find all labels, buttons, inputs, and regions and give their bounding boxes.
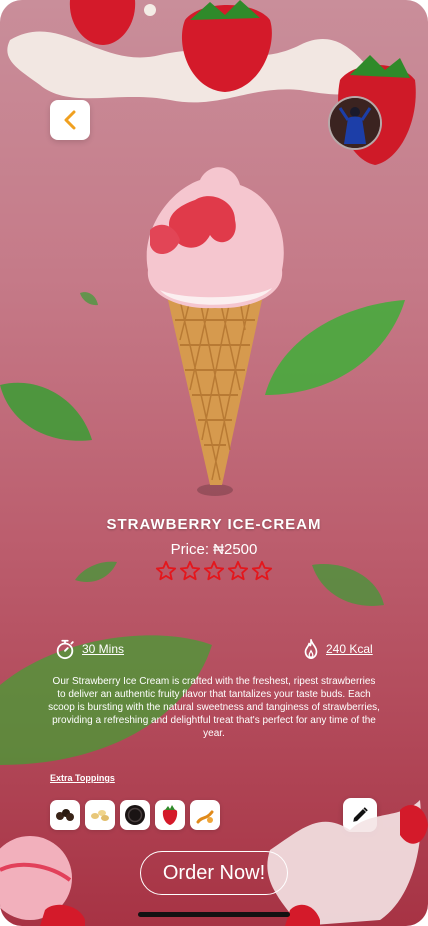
home-indicator[interactable] xyxy=(138,912,290,917)
leaf-decoration xyxy=(0,382,92,441)
topping-nuts[interactable] xyxy=(85,800,115,830)
chocolate-chips-icon xyxy=(56,809,74,821)
chevron-left-icon xyxy=(64,110,76,130)
topping-caramel[interactable] xyxy=(190,800,220,830)
calories: 240 Kcal xyxy=(302,638,373,660)
product-screen: STRAWBERRY ICE-CREAM Price: ₦2500 30 Min… xyxy=(0,0,428,926)
milk-splash-bottom xyxy=(267,800,428,926)
flame-icon xyxy=(304,639,318,659)
product-price: Price: ₦2500 xyxy=(170,541,258,558)
cookie-icon xyxy=(125,805,145,825)
extra-toppings-label: Extra Toppings xyxy=(50,773,115,783)
rating-stars[interactable] xyxy=(0,560,428,582)
strawberry-decoration-top-center xyxy=(181,0,272,92)
caramel-icon xyxy=(196,810,214,824)
avatar-image xyxy=(330,98,380,148)
ice-cream-cone-image xyxy=(146,167,284,496)
star-icon[interactable] xyxy=(203,560,225,582)
product-description: Our Strawberry Ice Cream is crafted with… xyxy=(48,676,380,739)
back-button[interactable] xyxy=(50,100,90,140)
leaf-decoration xyxy=(80,292,98,306)
star-icon[interactable] xyxy=(251,560,273,582)
product-title: STRAWBERRY ICE-CREAM xyxy=(106,516,322,533)
topping-cookie[interactable] xyxy=(120,800,150,830)
nuts-icon xyxy=(91,810,109,821)
star-icon[interactable] xyxy=(227,560,249,582)
prep-time: 30 Mins xyxy=(54,638,124,660)
prep-time-value: 30 Mins xyxy=(82,642,125,656)
topping-chocolate-chips[interactable] xyxy=(50,800,80,830)
star-icon[interactable] xyxy=(179,560,201,582)
topping-strawberry[interactable] xyxy=(155,800,185,830)
strawberry-decoration-top-left xyxy=(69,0,136,45)
order-now-button[interactable]: Order Now! xyxy=(140,851,288,895)
calories-value: 240 Kcal xyxy=(326,642,373,656)
user-avatar[interactable] xyxy=(328,96,382,150)
star-icon[interactable] xyxy=(155,560,177,582)
ice-cream-scoop-decoration xyxy=(0,836,85,926)
strawberry-icon xyxy=(162,805,178,825)
stopwatch-icon xyxy=(56,639,74,660)
